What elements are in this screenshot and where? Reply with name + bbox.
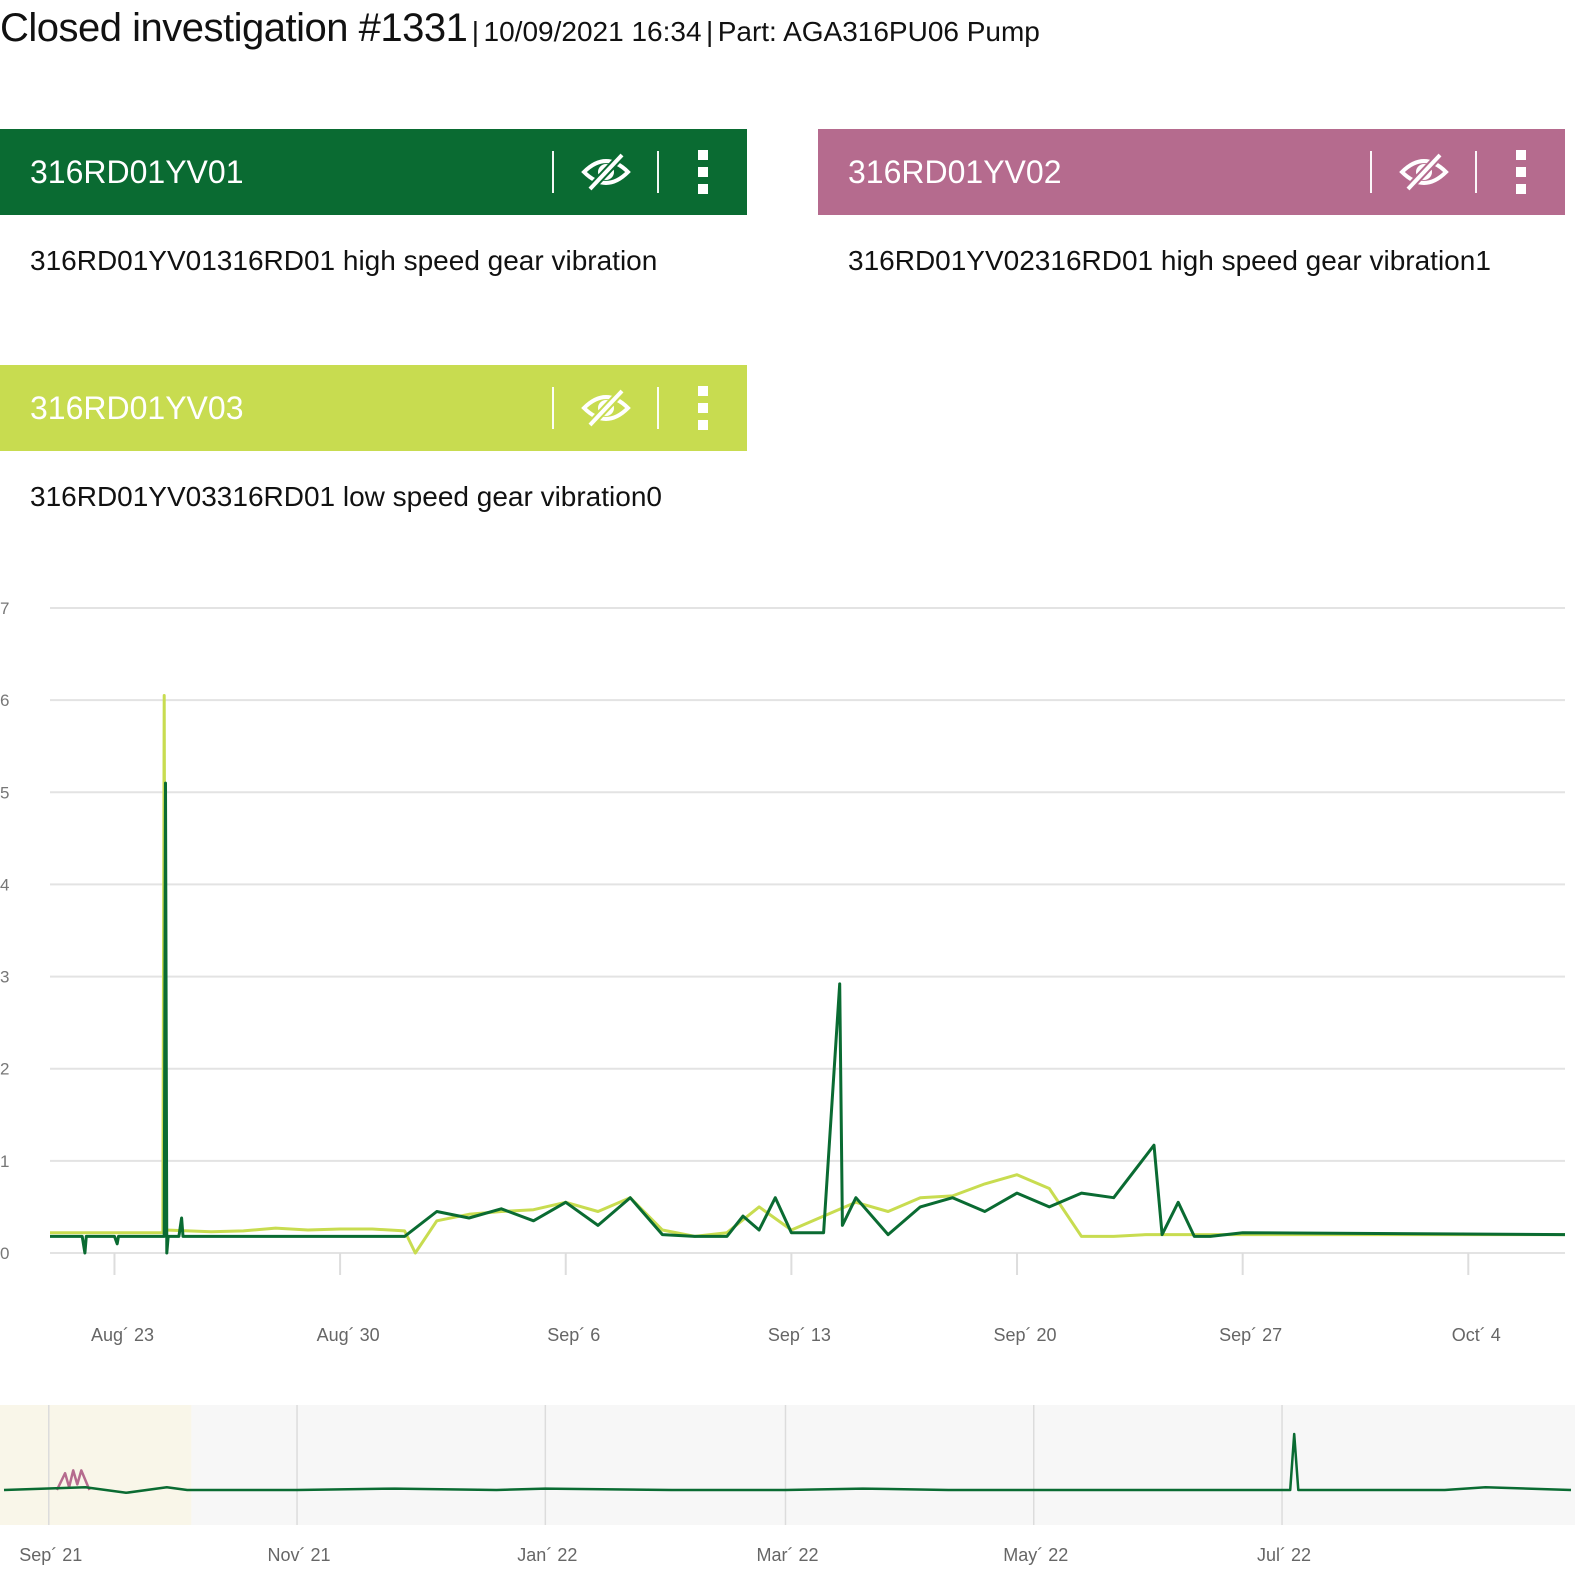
sensor-card-header: 316RD01YV03	[0, 365, 747, 451]
y-tick-label: 6	[0, 691, 9, 710]
sensor-name: 316RD01YV03	[30, 389, 244, 426]
main-timeseries-chart[interactable]: 0 1 2 3 4 5 6 7 Aug´ 23 Aug´ 30 Sep´ 6 Sep´ 13 Sep´ …	[0, 580, 1575, 1370]
series-line-1	[50, 694, 1565, 1255]
eye-off-icon	[1398, 152, 1449, 192]
divider	[657, 387, 659, 429]
x-tick-label: Sep´ 27	[1219, 1325, 1282, 1345]
y-tick-label: 1	[0, 1152, 9, 1171]
sensor-description: 316RD01YV03316RD01 low speed gear vibrat…	[30, 481, 662, 512]
sensor-card-yv01: 316RD01YV01 316RD01YV01316RD01 high spee…	[0, 129, 747, 277]
x-tick-label: Sep´ 13	[768, 1325, 831, 1345]
divider	[657, 151, 659, 193]
y-tick-label: 5	[0, 783, 9, 802]
navigator-tick-label: Jul´ 22	[1257, 1545, 1311, 1565]
vertical-dots-icon	[698, 150, 708, 194]
range-navigator[interactable]: Sep´ 21 Nov´ 21 Jan´ 22 Mar´ 22 May´ 22 Jul´ …	[0, 1400, 1575, 1575]
investigation-datetime: 10/09/2021 16:34	[483, 16, 702, 47]
divider	[552, 151, 554, 193]
sensor-card-header: 316RD01YV01	[0, 129, 747, 215]
navigator-tick-label: Nov´ 21	[268, 1545, 331, 1565]
sensor-menu-button[interactable]	[659, 129, 747, 215]
vertical-dots-icon	[698, 386, 708, 430]
x-tick-label: Aug´ 30	[317, 1325, 380, 1345]
navigator-tick-label: Jan´ 22	[517, 1545, 577, 1565]
navigator-tick-label: Mar´ 22	[756, 1545, 818, 1565]
y-tick-label: 7	[0, 599, 9, 618]
eye-off-icon	[580, 388, 631, 428]
title-separator: |	[705, 16, 714, 47]
hide-series-button[interactable]	[554, 129, 657, 215]
sensor-name: 316RD01YV01	[30, 153, 244, 190]
eye-off-icon	[580, 152, 631, 192]
navigator-tick-label: Sep´ 21	[19, 1545, 82, 1565]
sensor-menu-button[interactable]	[659, 365, 747, 451]
x-tick-label: Sep´ 6	[547, 1325, 600, 1345]
vertical-dots-icon	[1516, 150, 1526, 194]
y-tick-label: 3	[0, 968, 9, 987]
x-tick-label: Aug´ 23	[91, 1325, 154, 1345]
title-separator: |	[471, 16, 480, 47]
hide-series-button[interactable]	[1372, 129, 1475, 215]
x-tick-label: Oct´ 4	[1452, 1325, 1501, 1345]
sensor-description: 316RD01YV01316RD01 high speed gear vibra…	[30, 245, 658, 276]
sensor-menu-button[interactable]	[1477, 129, 1565, 215]
navigator-tick-label: May´ 22	[1003, 1545, 1068, 1565]
y-tick-label: 4	[0, 875, 9, 894]
divider	[1475, 151, 1477, 193]
divider	[1370, 151, 1372, 193]
sensor-card-yv03: 316RD01YV03 316RD01YV03316RD01 low speed…	[0, 365, 747, 513]
investigation-part: Part: AGA316PU06 Pump	[717, 16, 1040, 47]
navigator-background	[0, 1405, 1575, 1525]
sensor-card-header: 316RD01YV02	[818, 129, 1565, 215]
series-line-2	[50, 781, 1566, 1255]
page-title: Closed investigation #1331	[0, 6, 468, 50]
sensor-description: 316RD01YV02316RD01 high speed gear vibra…	[848, 245, 1491, 276]
sensor-name: 316RD01YV02	[848, 153, 1062, 190]
navigator-selection[interactable]	[0, 1405, 192, 1525]
divider	[552, 387, 554, 429]
sensor-card-yv02: 316RD01YV02 316RD01YV02316RD01 high spee…	[818, 129, 1565, 277]
y-tick-label: 2	[0, 1060, 9, 1079]
x-tick-label: Sep´ 20	[993, 1325, 1056, 1345]
hide-series-button[interactable]	[554, 365, 657, 451]
page-header: Closed investigation #1331 | 10/09/2021 …	[0, 6, 1040, 51]
y-tick-label: 0	[0, 1244, 9, 1263]
